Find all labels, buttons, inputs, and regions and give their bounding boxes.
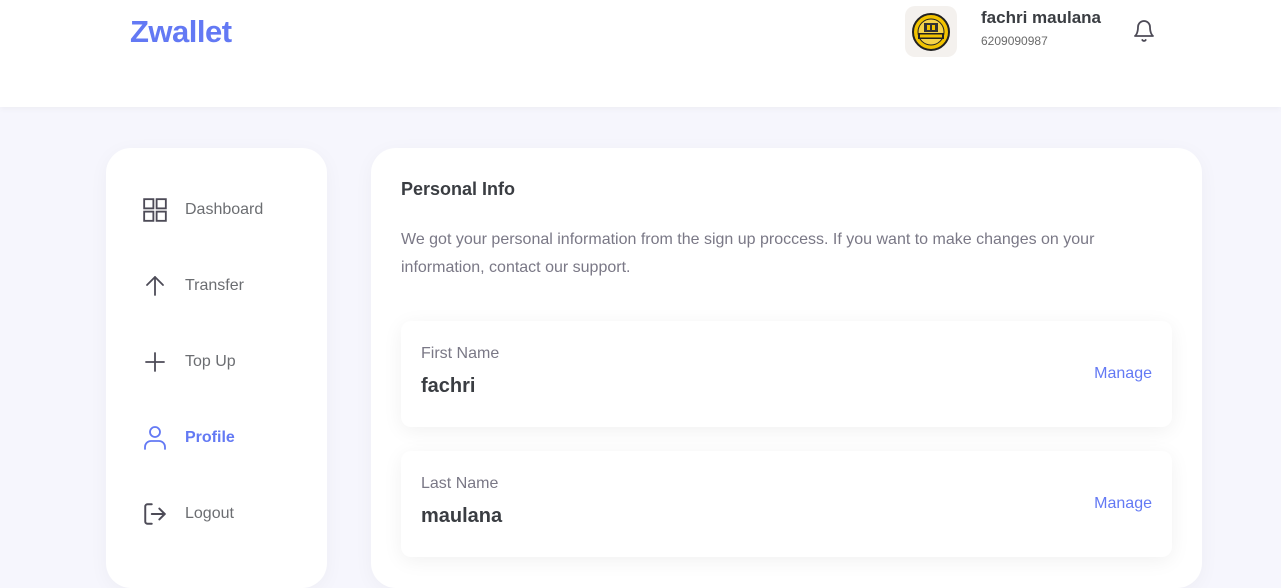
sidebar-item-profile[interactable]: Profile [106, 418, 327, 458]
sidebar-item-label: Logout [185, 505, 234, 522]
field-label: First Name [421, 345, 500, 362]
sidebar-item-dashboard[interactable]: Dashboard [106, 190, 327, 230]
user-icon [142, 425, 168, 451]
user-name: fachri maulana [981, 8, 1101, 27]
field-value: maulana [421, 505, 503, 527]
sidebar-item-top-up[interactable]: Top Up [106, 342, 327, 382]
user-phone: 6209090987 [981, 34, 1048, 48]
top-header: Zwallet fachri maulana 6209090987 [0, 0, 1281, 107]
avatar[interactable] [905, 6, 957, 57]
sidebar-item-label: Dashboard [185, 201, 264, 218]
sidebar-item-logout[interactable]: Logout [106, 494, 327, 534]
field-label: Last Name [421, 475, 499, 492]
page-description: We got your personal information from th… [401, 231, 1095, 276]
manage-last-name-link[interactable]: Manage [1094, 495, 1152, 513]
sidebar-item-label: Profile [185, 429, 235, 446]
logout-icon [142, 501, 168, 527]
arrow-up-icon [142, 273, 168, 299]
avatar-image [912, 12, 950, 51]
personal-info-panel: Personal Info We got your personal infor… [371, 148, 1202, 588]
sidebar-nav: Dashboard Transfer Top Up Profile Logout [106, 148, 327, 588]
brand-logo[interactable]: Zwallet [130, 14, 232, 50]
field-value: fachri [421, 375, 476, 397]
plus-icon [142, 349, 168, 375]
bell-icon[interactable] [1131, 18, 1157, 44]
last-name-card: Last Name maulana Manage [401, 451, 1172, 557]
sidebar-item-label: Top Up [185, 353, 236, 370]
grid-icon [142, 197, 168, 223]
page-title: Personal Info [401, 179, 516, 199]
manage-first-name-link[interactable]: Manage [1094, 365, 1152, 383]
sidebar-item-transfer[interactable]: Transfer [106, 266, 327, 306]
first-name-card: First Name fachri Manage [401, 321, 1172, 427]
sidebar-item-label: Transfer [185, 277, 244, 294]
